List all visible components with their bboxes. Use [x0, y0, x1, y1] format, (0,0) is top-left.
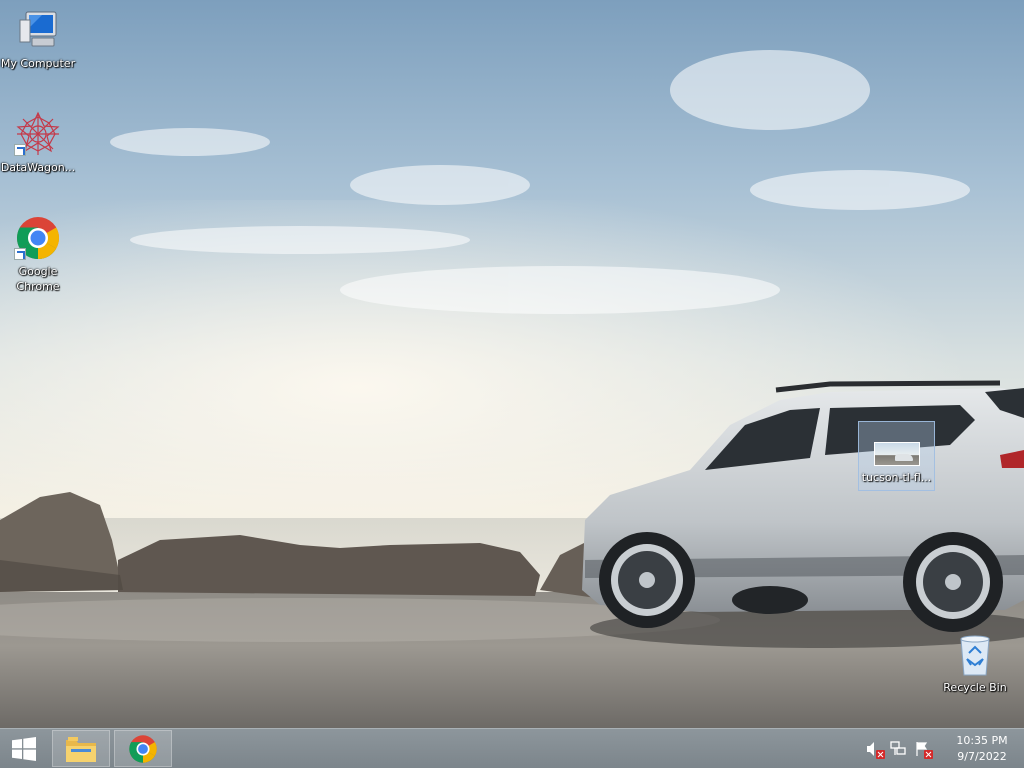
- desktop-icon-recycle-bin[interactable]: Recycle Bin: [937, 630, 1013, 695]
- desktop-icon-my-computer[interactable]: My Computer: [0, 6, 76, 71]
- desktop-icon-label: Recycle Bin: [943, 681, 1007, 694]
- volume-muted-icon[interactable]: [865, 740, 885, 759]
- recycle-bin-icon: [951, 630, 999, 678]
- desktop-icon-datawagon[interactable]: DataWagon...: [0, 110, 76, 175]
- desktop-icon-label: My Computer: [0, 57, 76, 70]
- chrome-icon: [129, 734, 157, 763]
- folder-icon: [66, 736, 96, 762]
- computer-icon: [14, 6, 62, 54]
- taskbar-clock[interactable]: 10:35 PM 9/7/2022: [946, 733, 1018, 765]
- wallpaper-scene: [0, 0, 1024, 728]
- clock-time: 10:35 PM: [956, 733, 1008, 747]
- desktop-icon-label: DataWagon...: [0, 161, 76, 174]
- image-file-icon: [873, 442, 920, 466]
- action-center-alert-icon[interactable]: [913, 740, 933, 759]
- desktop-icon-label: tucson-tl-fl...: [861, 471, 932, 484]
- shortcut-arrow-icon: [14, 144, 26, 156]
- desktop-icon-google-chrome[interactable]: Google Chrome: [0, 214, 76, 294]
- taskbar-chrome-button[interactable]: [114, 730, 172, 767]
- network-disconnected-icon[interactable]: [889, 740, 907, 758]
- taskbar-file-explorer-button[interactable]: [52, 730, 110, 767]
- shortcut-arrow-icon: [14, 248, 26, 260]
- chrome-icon: [14, 214, 62, 262]
- desktop-icon-tucson-image[interactable]: tucson-tl-fl...: [858, 421, 935, 491]
- clock-date: 9/7/2022: [957, 749, 1007, 763]
- desktop-icon-label: Google Chrome: [16, 265, 60, 293]
- taskbar: 10:35 PM 9/7/2022: [0, 728, 1024, 768]
- system-tray: 10:35 PM 9/7/2022: [862, 729, 1024, 768]
- windows-logo-icon: [12, 736, 36, 761]
- desktop-wallpaper: [0, 0, 1024, 728]
- datawagon-icon: [14, 110, 62, 158]
- start-button[interactable]: [0, 729, 48, 768]
